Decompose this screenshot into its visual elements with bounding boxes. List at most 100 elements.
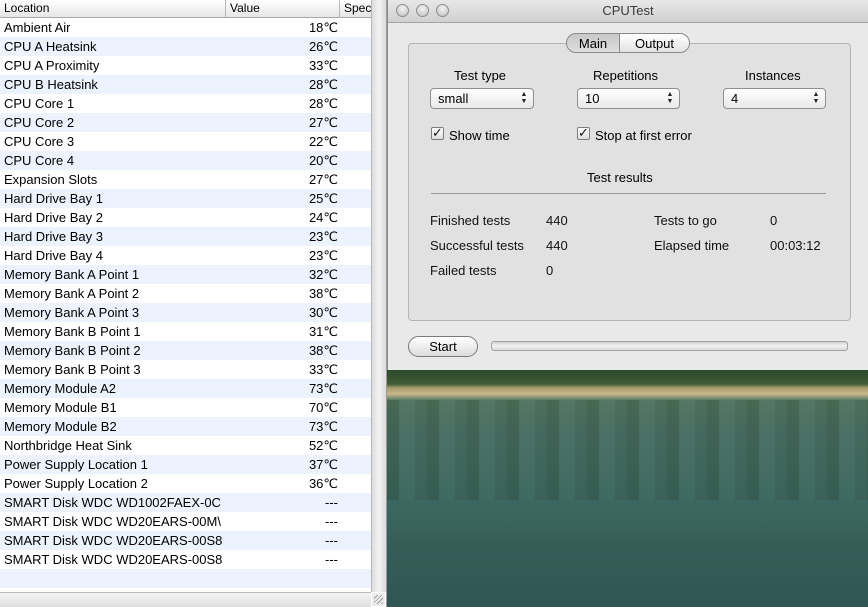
- test-type-select[interactable]: small ▲ ▼: [430, 88, 534, 109]
- row-location: CPU Core 1: [4, 96, 75, 111]
- table-row[interactable]: Power Supply Location 1 37℃: [0, 455, 371, 474]
- failed-tests-value: 0: [546, 263, 554, 278]
- row-value: 30℃: [308, 305, 338, 320]
- elapsed-time-value: 00:03:12: [770, 238, 821, 253]
- desktop-wallpaper: [387, 370, 868, 607]
- repetitions-select[interactable]: 10 ▲ ▼: [577, 88, 680, 109]
- row-value: ---: [325, 495, 338, 510]
- window-title: CPUTest: [602, 3, 654, 18]
- sensor-table-header: Location Value Spec: [0, 0, 371, 18]
- finished-tests-value: 440: [546, 213, 568, 228]
- successful-tests-label: Successful tests: [430, 238, 524, 253]
- up-down-arrows-icon: ▲ ▼: [812, 91, 820, 105]
- row-location: Hard Drive Bay 1: [4, 191, 103, 206]
- table-row[interactable]: CPU Core 2 27℃: [0, 113, 371, 132]
- stop-at-first-error-label[interactable]: Stop at first error: [595, 128, 692, 143]
- table-row[interactable]: SMART Disk WDC WD20EARS-00M\ ---: [0, 512, 371, 531]
- table-row[interactable]: [0, 569, 371, 588]
- table-row[interactable]: Memory Module B2 73℃: [0, 417, 371, 436]
- row-location: Ambient Air: [4, 20, 71, 35]
- table-row[interactable]: Ambient Air 18℃: [0, 18, 371, 37]
- resize-grip-icon[interactable]: [372, 593, 385, 606]
- table-row[interactable]: CPU Core 3 22℃: [0, 132, 371, 151]
- row-location: Power Supply Location 1: [4, 457, 148, 472]
- row-value: 38℃: [308, 343, 338, 358]
- row-location: SMART Disk WDC WD1002FAEX-0C: [4, 495, 221, 510]
- row-location: Memory Bank A Point 1: [4, 267, 140, 282]
- sensor-table-window: Location Value Spec Ambient Air 18℃ CPU A …: [0, 0, 387, 607]
- vertical-scrollbar[interactable]: [371, 0, 386, 592]
- table-row[interactable]: CPU Core 4 20℃: [0, 151, 371, 170]
- check-icon: ✓: [432, 125, 443, 140]
- start-button[interactable]: Start: [408, 336, 478, 357]
- horizontal-scrollbar[interactable]: [0, 592, 371, 607]
- table-row[interactable]: Power Supply Location 2 36℃: [0, 474, 371, 493]
- table-row[interactable]: Memory Bank B Point 2 38℃: [0, 341, 371, 360]
- show-time-checkbox[interactable]: ✓: [431, 125, 444, 140]
- row-location: Memory Module B1: [4, 400, 117, 415]
- row-location: CPU Core 2: [4, 115, 75, 130]
- tab-output[interactable]: Output: [619, 33, 690, 53]
- table-row[interactable]: Memory Module B1 70℃: [0, 398, 371, 417]
- up-down-arrows-icon: ▲ ▼: [520, 91, 528, 105]
- tests-to-go-value: 0: [770, 213, 778, 228]
- row-value: 23℃: [308, 229, 338, 244]
- column-header-spec[interactable]: Spec: [340, 0, 371, 17]
- table-row[interactable]: SMART Disk WDC WD20EARS-00S8 ---: [0, 550, 371, 569]
- row-value: 33℃: [308, 362, 338, 377]
- table-row[interactable]: SMART Disk WDC WD1002FAEX-0C ---: [0, 493, 371, 512]
- tab-main[interactable]: Main: [566, 33, 620, 53]
- test-type-value: small: [438, 91, 469, 106]
- elapsed-time-label: Elapsed time: [654, 238, 730, 253]
- table-row[interactable]: Expansion Slots 27℃: [0, 170, 371, 189]
- window-titlebar[interactable]: CPUTest: [388, 0, 868, 23]
- column-header-value[interactable]: Value: [226, 0, 340, 17]
- table-row[interactable]: Hard Drive Bay 2 24℃: [0, 208, 371, 227]
- repetitions-value: 10: [585, 91, 600, 106]
- row-value: 32℃: [308, 267, 338, 282]
- row-value: 22℃: [308, 134, 338, 149]
- table-row[interactable]: CPU B Heatsink 28℃: [0, 75, 371, 94]
- instances-value: 4: [731, 91, 739, 106]
- row-location: Expansion Slots: [4, 172, 98, 187]
- row-value: 26℃: [308, 39, 338, 54]
- table-row[interactable]: Memory Bank B Point 3 33℃: [0, 360, 371, 379]
- cputest-window: CPUTest Main Output Test type Repetition…: [387, 0, 868, 370]
- table-row[interactable]: Memory Bank A Point 1 32℃: [0, 265, 371, 284]
- tab-bar: Main Output: [566, 33, 690, 53]
- row-location: Memory Bank B Point 3: [4, 362, 141, 377]
- row-location: SMART Disk WDC WD20EARS-00M\: [4, 514, 221, 529]
- table-row[interactable]: Memory Module A2 73℃: [0, 379, 371, 398]
- table-row[interactable]: Hard Drive Bay 1 25℃: [0, 189, 371, 208]
- row-value: 27℃: [308, 172, 338, 187]
- stop-at-first-error-checkbox[interactable]: ✓: [577, 126, 590, 140]
- row-location: Power Supply Location 2: [4, 476, 148, 491]
- table-row[interactable]: CPU Core 1 28℃: [0, 94, 371, 113]
- table-row[interactable]: Northbridge Heat Sink 52℃: [0, 436, 371, 455]
- row-location: Memory Bank B Point 1: [4, 324, 141, 339]
- row-value: 24℃: [308, 210, 338, 225]
- table-row[interactable]: Hard Drive Bay 4 23℃: [0, 246, 371, 265]
- show-time-label[interactable]: Show time: [449, 128, 510, 143]
- table-row[interactable]: CPU A Proximity 33℃: [0, 56, 371, 75]
- row-location: Memory Bank A Point 2: [4, 286, 140, 301]
- table-row[interactable]: Memory Bank A Point 2 38℃: [0, 284, 371, 303]
- row-value: 70℃: [308, 400, 338, 415]
- table-row[interactable]: Memory Bank A Point 3 30℃: [0, 303, 371, 322]
- test-results-title: Test results: [587, 170, 653, 185]
- table-row[interactable]: CPU A Heatsink 26℃: [0, 37, 371, 56]
- table-row[interactable]: Hard Drive Bay 3 23℃: [0, 227, 371, 246]
- column-header-location[interactable]: Location: [0, 0, 226, 17]
- finished-tests-label: Finished tests: [430, 213, 511, 228]
- row-location: Memory Module A2: [4, 381, 116, 396]
- row-value: ---: [325, 514, 338, 529]
- table-row[interactable]: SMART Disk WDC WD20EARS-00S8 ---: [0, 531, 371, 550]
- row-value: 33℃: [308, 58, 338, 73]
- row-value: 31℃: [308, 324, 338, 339]
- row-value: 27℃: [308, 115, 338, 130]
- row-location: CPU A Proximity: [4, 58, 100, 73]
- up-down-arrows-icon: ▲ ▼: [666, 91, 674, 105]
- row-location: Memory Module B2: [4, 419, 117, 434]
- table-row[interactable]: Memory Bank B Point 1 31℃: [0, 322, 371, 341]
- instances-select[interactable]: 4 ▲ ▼: [723, 88, 826, 109]
